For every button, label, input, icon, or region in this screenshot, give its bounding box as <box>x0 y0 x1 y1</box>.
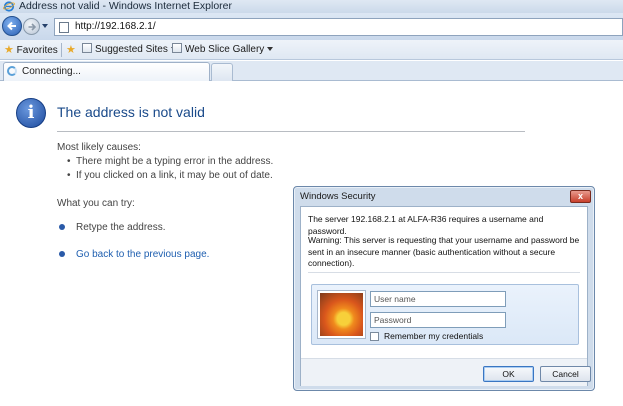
ok-button[interactable]: OK <box>483 366 534 382</box>
loading-spinner-icon <box>7 66 17 76</box>
info-icon: i <box>16 98 46 128</box>
credential-tile: User name Password Remember my credentia… <box>311 284 579 345</box>
dialog-close-button[interactable]: x <box>570 190 591 203</box>
remember-credentials-label[interactable]: Remember my credentials <box>384 331 483 341</box>
favorites-button[interactable]: ★ Favorites <box>4 43 58 56</box>
go-back-link[interactable]: Go back to the previous page. <box>76 249 209 260</box>
dialog-footer: OK Cancel <box>301 358 591 386</box>
cancel-button[interactable]: Cancel <box>540 366 591 382</box>
try-heading: What you can try: <box>57 198 135 209</box>
password-field[interactable]: Password <box>370 312 506 328</box>
dialog-warning: Warning: This server is requesting that … <box>308 235 580 268</box>
chevron-down-icon <box>267 47 274 51</box>
tab-connecting[interactable]: Connecting... <box>3 62 210 81</box>
new-tab-button[interactable] <box>211 63 233 81</box>
remember-credentials-checkbox[interactable] <box>370 332 379 341</box>
web-slice-gallery-label: Web Slice Gallery <box>185 44 265 55</box>
username-field[interactable]: User name <box>370 291 506 307</box>
retype-address-item: Retype the address. <box>76 222 166 233</box>
tab-bar: Connecting... <box>0 61 623 81</box>
page-title: The address is not valid <box>57 104 205 120</box>
causes-heading: Most likely causes: <box>57 142 141 153</box>
bullet-icon <box>59 224 65 230</box>
suggested-sites-icon <box>82 43 92 53</box>
window-title: Address not valid - Windows Internet Exp… <box>19 0 233 12</box>
dialog-body: The server 192.168.2.1 at ALFA-R36 requi… <box>300 206 591 386</box>
forward-arrow-icon <box>28 23 37 31</box>
page-icon <box>59 22 69 33</box>
cause-item: There might be a typing error in the add… <box>67 156 273 167</box>
navigation-bar: http://192.168.2.1/ <box>0 13 623 40</box>
bullet-icon <box>59 251 65 257</box>
web-slice-gallery-icon <box>172 43 182 53</box>
favorites-separator <box>61 43 62 57</box>
add-to-favorites-bar-icon[interactable]: ★ <box>66 43 76 56</box>
window-title-bar: Address not valid - Windows Internet Exp… <box>0 0 623 13</box>
dialog-divider <box>308 272 580 273</box>
internet-explorer-icon <box>3 1 15 12</box>
favorites-star-icon: ★ <box>4 44 14 56</box>
cause-item: If you clicked on a link, it may be out … <box>67 170 273 181</box>
tab-label: Connecting... <box>22 66 81 77</box>
forward-button[interactable] <box>23 18 40 35</box>
suggested-sites-label: Suggested Sites <box>95 44 168 55</box>
add-favorite-star-icon: ★ <box>66 44 76 56</box>
dialog-message: The server 192.168.2.1 at ALFA-R36 requi… <box>308 214 544 236</box>
favorites-bar: ★ Favorites ★ Suggested Sites Web Slice … <box>0 40 623 60</box>
suggested-sites-link[interactable]: Suggested Sites <box>82 43 177 55</box>
title-divider <box>57 131 525 132</box>
user-avatar-icon <box>317 290 366 339</box>
dialog-title: Windows Security <box>300 191 376 202</box>
address-bar[interactable]: http://192.168.2.1/ <box>54 18 623 36</box>
back-button[interactable] <box>2 16 22 36</box>
windows-security-dialog: Windows Security x The server 192.168.2.… <box>293 186 595 391</box>
address-url[interactable]: http://192.168.2.1/ <box>75 21 156 32</box>
favorites-label: Favorites <box>16 45 58 56</box>
recent-pages-dropdown-icon[interactable] <box>42 24 48 28</box>
web-slice-gallery-link[interactable]: Web Slice Gallery <box>172 43 274 55</box>
back-arrow-icon <box>7 21 16 31</box>
